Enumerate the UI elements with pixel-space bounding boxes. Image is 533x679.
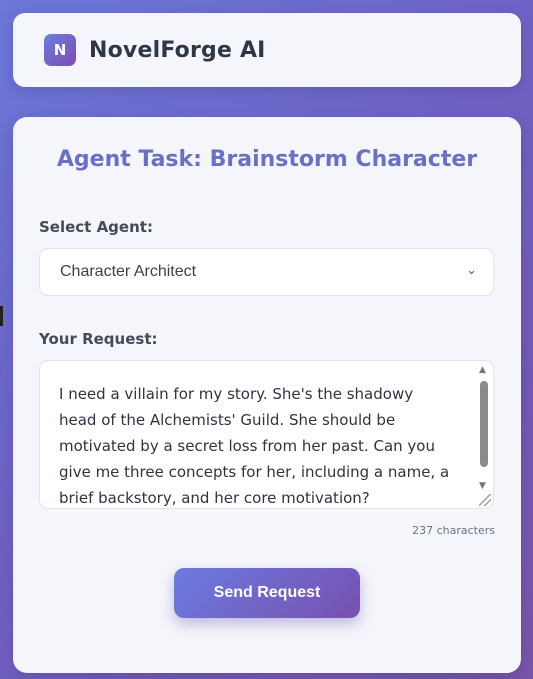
scroll-down-arrow-icon[interactable]: ▼ xyxy=(479,481,486,491)
task-title: Agent Task: Brainstorm Character xyxy=(56,147,478,172)
select-agent-label: Select Agent: xyxy=(39,218,153,236)
agent-select-value: Character Architect xyxy=(60,263,197,280)
agent-task-card: Agent Task: Brainstorm Character Select … xyxy=(13,117,521,673)
resize-grip-icon[interactable] xyxy=(479,494,491,506)
textarea-scrollbar[interactable]: ▲ ▼ xyxy=(477,363,491,506)
send-request-button[interactable]: Send Request xyxy=(174,568,360,618)
request-label: Your Request: xyxy=(39,330,158,348)
scroll-up-arrow-icon[interactable]: ▲ xyxy=(479,365,486,375)
character-count: 237 characters xyxy=(412,524,495,537)
window-edge-marker xyxy=(0,306,3,326)
app-header: N NovelForge AI xyxy=(13,13,521,87)
request-textarea[interactable]: I need a villain for my story. She's the… xyxy=(39,360,494,509)
scroll-thumb[interactable] xyxy=(480,381,488,467)
request-text: I need a villain for my story. She's the… xyxy=(59,385,450,507)
logo-letter: N xyxy=(53,41,67,59)
agent-select[interactable]: Character Architect ⌄ xyxy=(39,248,494,296)
chevron-down-icon: ⌄ xyxy=(466,263,477,278)
app-logo: N xyxy=(44,34,76,66)
app-name: NovelForge AI xyxy=(89,37,266,63)
